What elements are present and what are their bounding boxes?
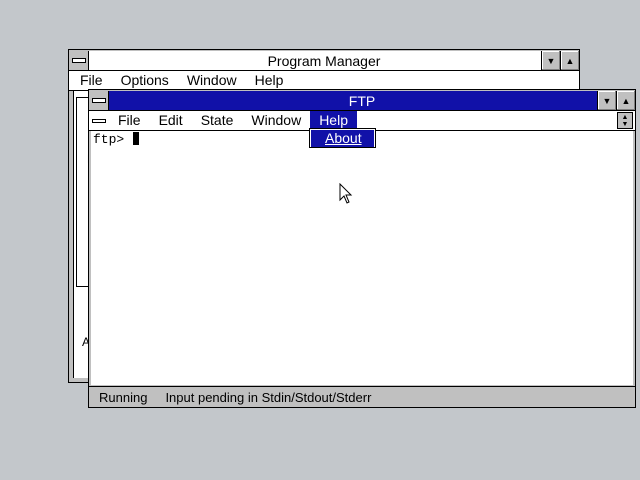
- mouse-pointer-icon: [339, 183, 353, 204]
- maximize-icon[interactable]: ▲: [560, 51, 579, 70]
- menu-options[interactable]: Options: [112, 71, 178, 90]
- system-menu-icon[interactable]: [69, 51, 89, 70]
- terminal-line: ftp>: [93, 132, 140, 147]
- help-dropdown-menu: About: [309, 128, 376, 148]
- menu-window[interactable]: Window: [242, 111, 310, 130]
- status-state: Running: [99, 389, 148, 405]
- menu-edit[interactable]: Edit: [150, 111, 192, 130]
- status-bar: Running Input pending in Stdin/Stdout/St…: [89, 386, 635, 407]
- status-message: Input pending in Stdin/Stdout/Stderr: [165, 389, 372, 405]
- minimize-icon[interactable]: ▼: [597, 91, 616, 110]
- child-system-menu-icon[interactable]: [89, 111, 109, 130]
- menu-window[interactable]: Window: [178, 71, 246, 90]
- menu-file[interactable]: File: [109, 111, 150, 130]
- program-manager-menubar: File Options Window Help: [69, 71, 579, 91]
- ftp-titlebar[interactable]: FTP ▼ ▲: [89, 91, 635, 111]
- menu-item-about[interactable]: About: [311, 130, 374, 147]
- ftp-prompt: ftp>: [93, 132, 125, 147]
- program-manager-titlebar[interactable]: Program Manager ▼ ▲: [69, 51, 579, 71]
- terminal-area[interactable]: ftp>: [91, 131, 633, 385]
- minimize-icon[interactable]: ▼: [541, 51, 560, 70]
- menu-state[interactable]: State: [192, 111, 243, 130]
- maximize-icon[interactable]: ▲: [616, 91, 635, 110]
- text-cursor: [133, 132, 140, 145]
- system-menu-icon[interactable]: [89, 91, 109, 110]
- menu-file[interactable]: File: [69, 71, 112, 90]
- ftp-title: FTP: [348, 92, 376, 109]
- program-manager-title: Program Manager: [267, 52, 381, 69]
- menu-help[interactable]: Help: [246, 71, 293, 90]
- menubar-scroll-arrows[interactable]: ▲ ▼: [617, 112, 633, 129]
